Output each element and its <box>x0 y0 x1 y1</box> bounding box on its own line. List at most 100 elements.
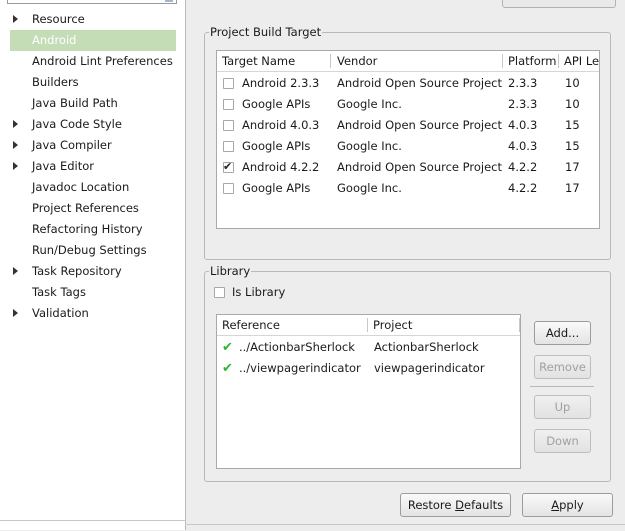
target-checkbox[interactable] <box>223 120 234 131</box>
library-row[interactable]: ✔ ../ActionbarSherlock ActionbarSherlock <box>217 337 520 358</box>
library-title: Library <box>209 264 252 279</box>
target-name-cell: Android 2.3.3 <box>242 76 320 90</box>
apply-label: Apply <box>551 498 584 512</box>
properties-tree: Resource Android Android Lint Preferences B… <box>0 0 186 530</box>
build-target-table[interactable]: Target Name Vendor Platform API Le Andro… <box>216 50 600 229</box>
target-checkbox[interactable] <box>223 183 234 194</box>
target-name-cell: Android 4.0.3 <box>242 118 320 132</box>
reference-cell: ../ActionbarSherlock <box>239 340 355 354</box>
reference-cell: ../viewpagerindicator <box>239 361 361 375</box>
column-vendor[interactable]: Vendor <box>332 51 502 71</box>
filter-input[interactable] <box>7 0 177 4</box>
platform-cell: 4.2.2 <box>508 181 538 195</box>
api-level-cell: 15 <box>565 139 580 153</box>
tree-item-builders[interactable]: Builders <box>10 72 176 93</box>
tree-item-javadoc-location[interactable]: Javadoc Location <box>10 177 176 198</box>
build-target-table-header: Target Name Vendor Platform API Le <box>217 51 599 72</box>
build-target-row[interactable]: Android 2.3.3 Android Open Source Project… <box>217 73 599 94</box>
expand-arrow-icon[interactable] <box>13 309 18 317</box>
tree-item-label: Java Compiler <box>32 138 112 152</box>
target-name-cell: Android 4.2.2 <box>242 160 320 174</box>
check-mark-icon: ✔ <box>223 160 233 173</box>
project-cell: ActionbarSherlock <box>374 340 479 354</box>
add-library-button[interactable]: Add... <box>534 321 591 345</box>
is-library-checkbox[interactable] <box>214 287 225 298</box>
tree-item-label: Android Lint Preferences <box>32 54 173 68</box>
column-platform[interactable]: Platform <box>503 51 558 71</box>
restore-defaults-button[interactable]: Restore Defaults <box>400 493 511 517</box>
column-project[interactable]: Project <box>368 315 518 335</box>
tree-item-android[interactable]: Android <box>10 30 176 51</box>
target-checkbox[interactable] <box>223 141 234 152</box>
tree-item-label: Task Repository <box>32 264 122 278</box>
target-checkbox[interactable]: ✔ <box>223 160 234 173</box>
vendor-cell: Android Open Source Project <box>337 118 502 132</box>
expand-arrow-icon[interactable] <box>13 120 18 128</box>
target-name-cell: Google APIs <box>242 139 311 153</box>
column-api-level[interactable]: API Le <box>559 51 599 71</box>
up-button[interactable]: Up <box>534 395 591 419</box>
tree-item-label: Java Code Style <box>32 117 122 131</box>
target-checkbox[interactable] <box>223 78 234 89</box>
build-target-row[interactable]: ✔ Android 4.2.2 Android Open Source Projec… <box>217 157 599 178</box>
expand-arrow-icon[interactable] <box>13 15 18 23</box>
expand-arrow-icon[interactable] <box>13 162 18 170</box>
vendor-cell: Google Inc. <box>337 97 402 111</box>
tree-item-android-lint-preferences[interactable]: Android Lint Preferences <box>10 51 176 72</box>
valid-check-icon: ✔ <box>222 340 233 355</box>
build-target-row[interactable]: Google APIs Google Inc. 4.2.2 17 <box>217 178 599 199</box>
library-reference-table[interactable]: Reference Project ✔ ../ActionbarSherlock A… <box>216 314 521 469</box>
tree-item-task-repository[interactable]: Task Repository <box>10 261 176 282</box>
build-target-row[interactable]: Android 4.0.3 Android Open Source Project… <box>217 115 599 136</box>
tree-item-resource[interactable]: Resource <box>10 9 176 30</box>
platform-cell: 4.0.3 <box>508 139 538 153</box>
tree-item-java-editor[interactable]: Java Editor <box>10 156 176 177</box>
tree-item-project-references[interactable]: Project References <box>10 198 176 219</box>
api-level-cell: 17 <box>565 181 580 195</box>
button-separator <box>530 386 594 387</box>
apply-button[interactable]: Apply <box>522 493 613 517</box>
vendor-cell: Android Open Source Project <box>337 76 502 90</box>
tree-item-label: Builders <box>32 75 79 89</box>
expand-arrow-icon[interactable] <box>13 267 18 275</box>
tree-item-java-code-style[interactable]: Java Code Style <box>10 114 176 135</box>
clear-filter-icon[interactable] <box>165 0 173 2</box>
tree-item-refactoring-history[interactable]: Refactoring History <box>10 219 176 240</box>
api-level-cell: 10 <box>565 76 580 90</box>
remove-library-button[interactable]: Remove <box>534 355 591 379</box>
top-navigation-button[interactable] <box>502 0 616 8</box>
tree-item-run-debug-settings[interactable]: Run/Debug Settings <box>10 240 176 261</box>
restore-defaults-label: Restore Defaults <box>407 498 504 512</box>
tree-item-java-compiler[interactable]: Java Compiler <box>10 135 176 156</box>
target-name-cell: Google APIs <box>242 97 311 111</box>
library-row[interactable]: ✔ ../viewpagerindicator viewpagerindicator <box>217 358 520 379</box>
platform-cell: 2.3.3 <box>508 97 538 111</box>
vendor-cell: Google Inc. <box>337 139 402 153</box>
platform-cell: 2.3.3 <box>508 76 538 90</box>
api-level-cell: 10 <box>565 97 580 111</box>
build-target-row[interactable]: Google APIs Google Inc. 4.0.3 15 <box>217 136 599 157</box>
tree-item-label: Java Build Path <box>32 96 118 110</box>
target-checkbox[interactable] <box>223 99 234 110</box>
api-level-cell: 17 <box>565 160 580 174</box>
vendor-cell: Android Open Source Project <box>337 160 502 174</box>
column-target-name[interactable]: Target Name <box>217 51 330 71</box>
platform-cell: 4.2.2 <box>508 160 538 174</box>
tree-item-java-build-path[interactable]: Java Build Path <box>10 93 176 114</box>
project-cell: viewpagerindicator <box>374 361 485 375</box>
tree-item-task-tags[interactable]: Task Tags <box>10 282 176 303</box>
build-target-row[interactable]: Google APIs Google Inc. 2.3.3 10 <box>217 94 599 115</box>
tree-item-validation[interactable]: Validation <box>10 303 176 324</box>
down-button[interactable]: Down <box>534 429 591 453</box>
tree-item-label: Android <box>32 33 77 47</box>
tree-item-label: Run/Debug Settings <box>32 243 147 257</box>
tree-item-label: Java Editor <box>32 159 94 173</box>
tree-item-label: Javadoc Location <box>32 180 130 194</box>
tree-item-label: Project References <box>32 201 139 215</box>
is-library-label: Is Library <box>232 285 286 299</box>
tree-bottom-border <box>0 520 186 531</box>
tree-item-label: Refactoring History <box>32 222 143 236</box>
tree-item-label: Resource <box>32 12 85 26</box>
column-reference[interactable]: Reference <box>217 315 366 335</box>
expand-arrow-icon[interactable] <box>13 141 18 149</box>
